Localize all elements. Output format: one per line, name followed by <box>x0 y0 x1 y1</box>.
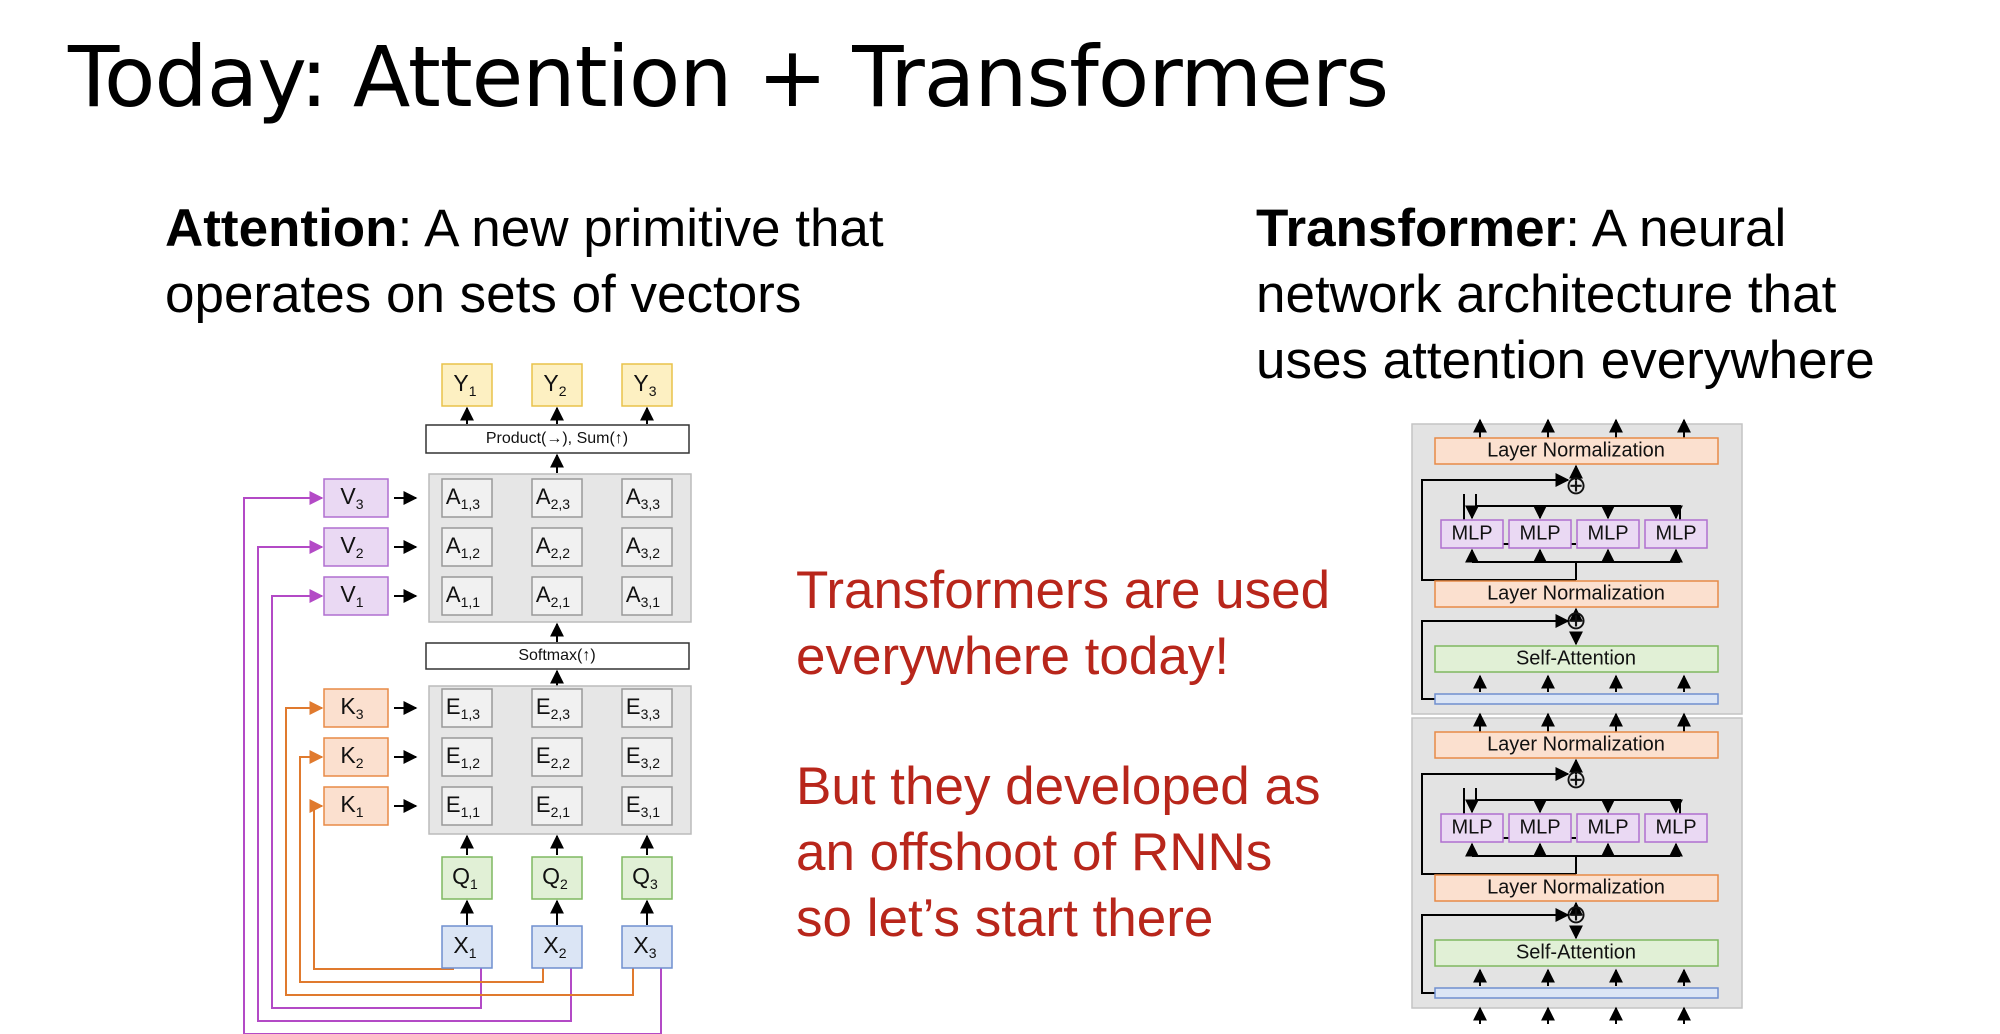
residual-add-icon: ⊕ <box>1565 470 1587 500</box>
mlp-label: MLP <box>1587 522 1628 544</box>
product-sum-label: Product(→), Sum(↑) <box>486 430 628 447</box>
diagrams-canvas: Y1 Y2 Y3Product(→), Sum(↑)A1,3 A2,3 A3,3A1,2… <box>243 363 1743 1034</box>
softmax-label: Softmax(↑) <box>518 647 595 664</box>
transformer-diagram: Layer Normalization⊕MLP MLP MLP MLPLayer No… <box>1411 418 1743 1024</box>
residual-add-icon: ⊕ <box>1565 764 1587 794</box>
mlp-label: MLP <box>1451 816 1492 838</box>
mlp-label: MLP <box>1655 816 1696 838</box>
layer-norm-label: Layer Normalization <box>1487 439 1665 461</box>
residual-add-icon: ⊕ <box>1565 605 1587 635</box>
self-attention-label: Self-Attention <box>1516 941 1636 963</box>
self-attention-label: Self-Attention <box>1516 647 1636 669</box>
input-embedding-bar <box>1434 987 1719 999</box>
residual-add-icon: ⊕ <box>1565 899 1587 929</box>
mlp-label: MLP <box>1519 522 1560 544</box>
layer-norm-label: Layer Normalization <box>1487 876 1665 898</box>
layer-norm-label: Layer Normalization <box>1487 582 1665 604</box>
mlp-label: MLP <box>1655 522 1696 544</box>
attention-diagram: Y1 Y2 Y3Product(→), Sum(↑)A1,3 A2,3 A3,3A1,2… <box>243 363 692 1034</box>
mlp-label: MLP <box>1451 522 1492 544</box>
mlp-label: MLP <box>1519 816 1560 838</box>
mlp-label: MLP <box>1587 816 1628 838</box>
layer-norm-label: Layer Normalization <box>1487 733 1665 755</box>
input-embedding-bar <box>1434 693 1719 705</box>
